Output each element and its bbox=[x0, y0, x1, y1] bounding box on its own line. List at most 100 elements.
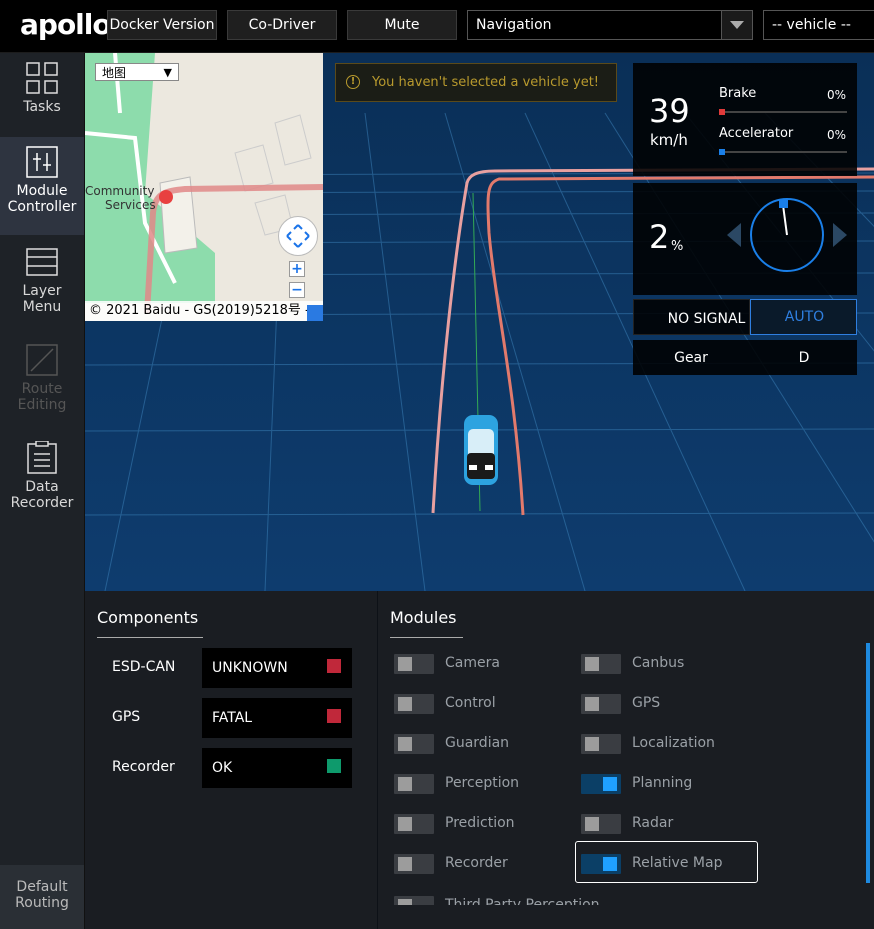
turn-signal-status: NO SIGNAL bbox=[633, 299, 750, 335]
steering-wheel-gauge bbox=[727, 198, 847, 272]
modules-scrollbar[interactable] bbox=[866, 643, 870, 883]
component-status-text: UNKNOWN bbox=[212, 660, 288, 676]
module-toggle-control[interactable]: Control bbox=[394, 691, 574, 715]
gear-panel: Gear D bbox=[633, 340, 857, 375]
accelerator-bar bbox=[719, 149, 847, 155]
status-indicator bbox=[327, 659, 341, 673]
speed-panel: 39 km/h Brake 0% Accelerator 0% bbox=[633, 63, 857, 176]
component-status: OK bbox=[202, 748, 352, 788]
sidebar-item-label: Default bbox=[16, 879, 68, 895]
component-status-text: OK bbox=[212, 760, 233, 776]
co-driver-button[interactable]: Co-Driver bbox=[227, 10, 337, 40]
layer-menu-icon bbox=[26, 248, 58, 276]
toggle-switch[interactable] bbox=[581, 694, 621, 714]
module-label: Perception bbox=[445, 775, 520, 791]
component-status: UNKNOWN bbox=[202, 648, 352, 688]
map-pan-control[interactable] bbox=[278, 216, 318, 256]
apollo-logo: apollo bbox=[20, 8, 112, 41]
vehicle-select[interactable]: -- vehicle -- bbox=[763, 10, 874, 40]
sidebar-item-label: Recorder bbox=[10, 495, 74, 511]
accelerator-pct: 0% bbox=[827, 128, 847, 142]
route-editing-icon bbox=[26, 344, 58, 376]
module-toggle-prediction[interactable]: Prediction bbox=[394, 811, 574, 835]
sidebar-item-label: Tasks bbox=[23, 99, 61, 115]
drive-mode-text: AUTO bbox=[784, 309, 825, 325]
map-type-select-value: 地图 bbox=[102, 66, 127, 80]
module-label: Canbus bbox=[632, 655, 685, 671]
warning-text: You haven't selected a vehicle yet! bbox=[372, 75, 600, 90]
sidebar-item-route-editing: Route Editing bbox=[0, 335, 84, 431]
steering-value: 2 bbox=[649, 218, 670, 256]
brake-pct: 0% bbox=[827, 88, 847, 102]
module-label: Radar bbox=[632, 815, 674, 831]
module-toggle-localization[interactable]: Localization bbox=[581, 731, 751, 755]
sidebar-item-layer-menu[interactable]: Layer Menu bbox=[0, 237, 84, 333]
toggle-switch[interactable] bbox=[394, 774, 434, 794]
module-toggle-relative-map[interactable]: Relative Map bbox=[581, 851, 751, 875]
status-indicator bbox=[327, 759, 341, 773]
map-zoom-out-button[interactable]: − bbox=[289, 282, 305, 298]
toggle-switch[interactable] bbox=[394, 734, 434, 754]
module-toggle-radar[interactable]: Radar bbox=[581, 811, 751, 835]
speed-value: 39 bbox=[649, 92, 690, 130]
sidebar-item-label: Route bbox=[21, 381, 63, 397]
module-toggle-third-party-perception[interactable]: Third Party Perception bbox=[394, 893, 624, 905]
top-header: apollo Docker Version Co-Driver Mute Nav… bbox=[0, 0, 874, 53]
default-routing-button[interactable]: Default Routing bbox=[0, 865, 84, 929]
module-label: Control bbox=[445, 695, 496, 711]
component-status-text: FATAL bbox=[212, 710, 253, 726]
speed-unit: km/h bbox=[650, 131, 688, 149]
module-label: Localization bbox=[632, 735, 715, 751]
toggle-switch[interactable] bbox=[394, 896, 434, 905]
modules-title: Modules bbox=[390, 608, 463, 638]
docker-version-button[interactable]: Docker Version bbox=[107, 10, 217, 40]
toggle-switch[interactable] bbox=[581, 814, 621, 834]
toggle-switch[interactable] bbox=[581, 654, 621, 674]
module-label: GPS bbox=[632, 695, 661, 711]
module-toggle-guardian[interactable]: Guardian bbox=[394, 731, 574, 755]
module-label: Planning bbox=[632, 775, 693, 791]
arrows-icon bbox=[286, 224, 310, 248]
accelerator-label: Accelerator bbox=[719, 126, 794, 141]
steering-unit: % bbox=[671, 239, 684, 254]
sidebar-item-tasks[interactable]: Tasks bbox=[0, 53, 84, 149]
module-toggle-canbus[interactable]: Canbus bbox=[581, 651, 751, 675]
map-poi-label: Community bbox=[85, 184, 155, 198]
data-recorder-icon bbox=[27, 441, 57, 474]
chevron-down-icon[interactable] bbox=[721, 11, 752, 39]
sidebar-item-label: Routing bbox=[15, 895, 69, 911]
toggle-switch[interactable] bbox=[581, 774, 621, 794]
toggle-switch[interactable] bbox=[394, 694, 434, 714]
map-copyright: © 2021 Baidu - GS(2019)5218号 - bbox=[85, 301, 323, 321]
sidebar-item-data-recorder[interactable]: Data Recorder bbox=[0, 433, 84, 529]
module-toggle-recorder[interactable]: Recorder bbox=[394, 851, 574, 875]
module-toggle-perception[interactable]: Perception bbox=[394, 771, 574, 795]
module-toggle-camera[interactable]: Camera bbox=[394, 651, 574, 675]
ego-vehicle bbox=[464, 415, 498, 485]
resize-icon[interactable] bbox=[307, 305, 323, 321]
no-vehicle-warning: ! You haven't selected a vehicle yet! bbox=[335, 63, 617, 102]
toggle-switch[interactable] bbox=[394, 654, 434, 674]
map-poi-label: Services bbox=[105, 198, 156, 212]
mode-select[interactable]: Navigation bbox=[467, 10, 753, 40]
module-label: Camera bbox=[445, 655, 500, 671]
toggle-switch[interactable] bbox=[394, 854, 434, 874]
map-type-select[interactable]: 地图 ▼ bbox=[95, 63, 179, 81]
sidebar-item-module-controller[interactable]: Module Controller bbox=[0, 137, 84, 235]
brake-bar-fill bbox=[719, 109, 725, 115]
drive-mode-status: AUTO bbox=[750, 299, 857, 335]
module-toggle-planning[interactable]: Planning bbox=[581, 771, 751, 795]
module-toggle-gps[interactable]: GPS bbox=[581, 691, 751, 715]
sidebar-item-label: Module bbox=[16, 183, 68, 199]
components-title: Components bbox=[97, 608, 203, 638]
status-indicator bbox=[327, 709, 341, 723]
baidu-map[interactable]: Community Services 地图 ▼ + − © 2021 Baidu… bbox=[85, 53, 323, 321]
map-zoom-in-button[interactable]: + bbox=[289, 261, 305, 277]
component-status: FATAL bbox=[202, 698, 352, 738]
component-name: GPS bbox=[112, 709, 141, 725]
toggle-switch[interactable] bbox=[581, 854, 621, 874]
mute-button[interactable]: Mute bbox=[347, 10, 457, 40]
toggle-switch[interactable] bbox=[394, 814, 434, 834]
toggle-switch[interactable] bbox=[581, 734, 621, 754]
sidebar-item-label: Layer bbox=[22, 283, 62, 299]
